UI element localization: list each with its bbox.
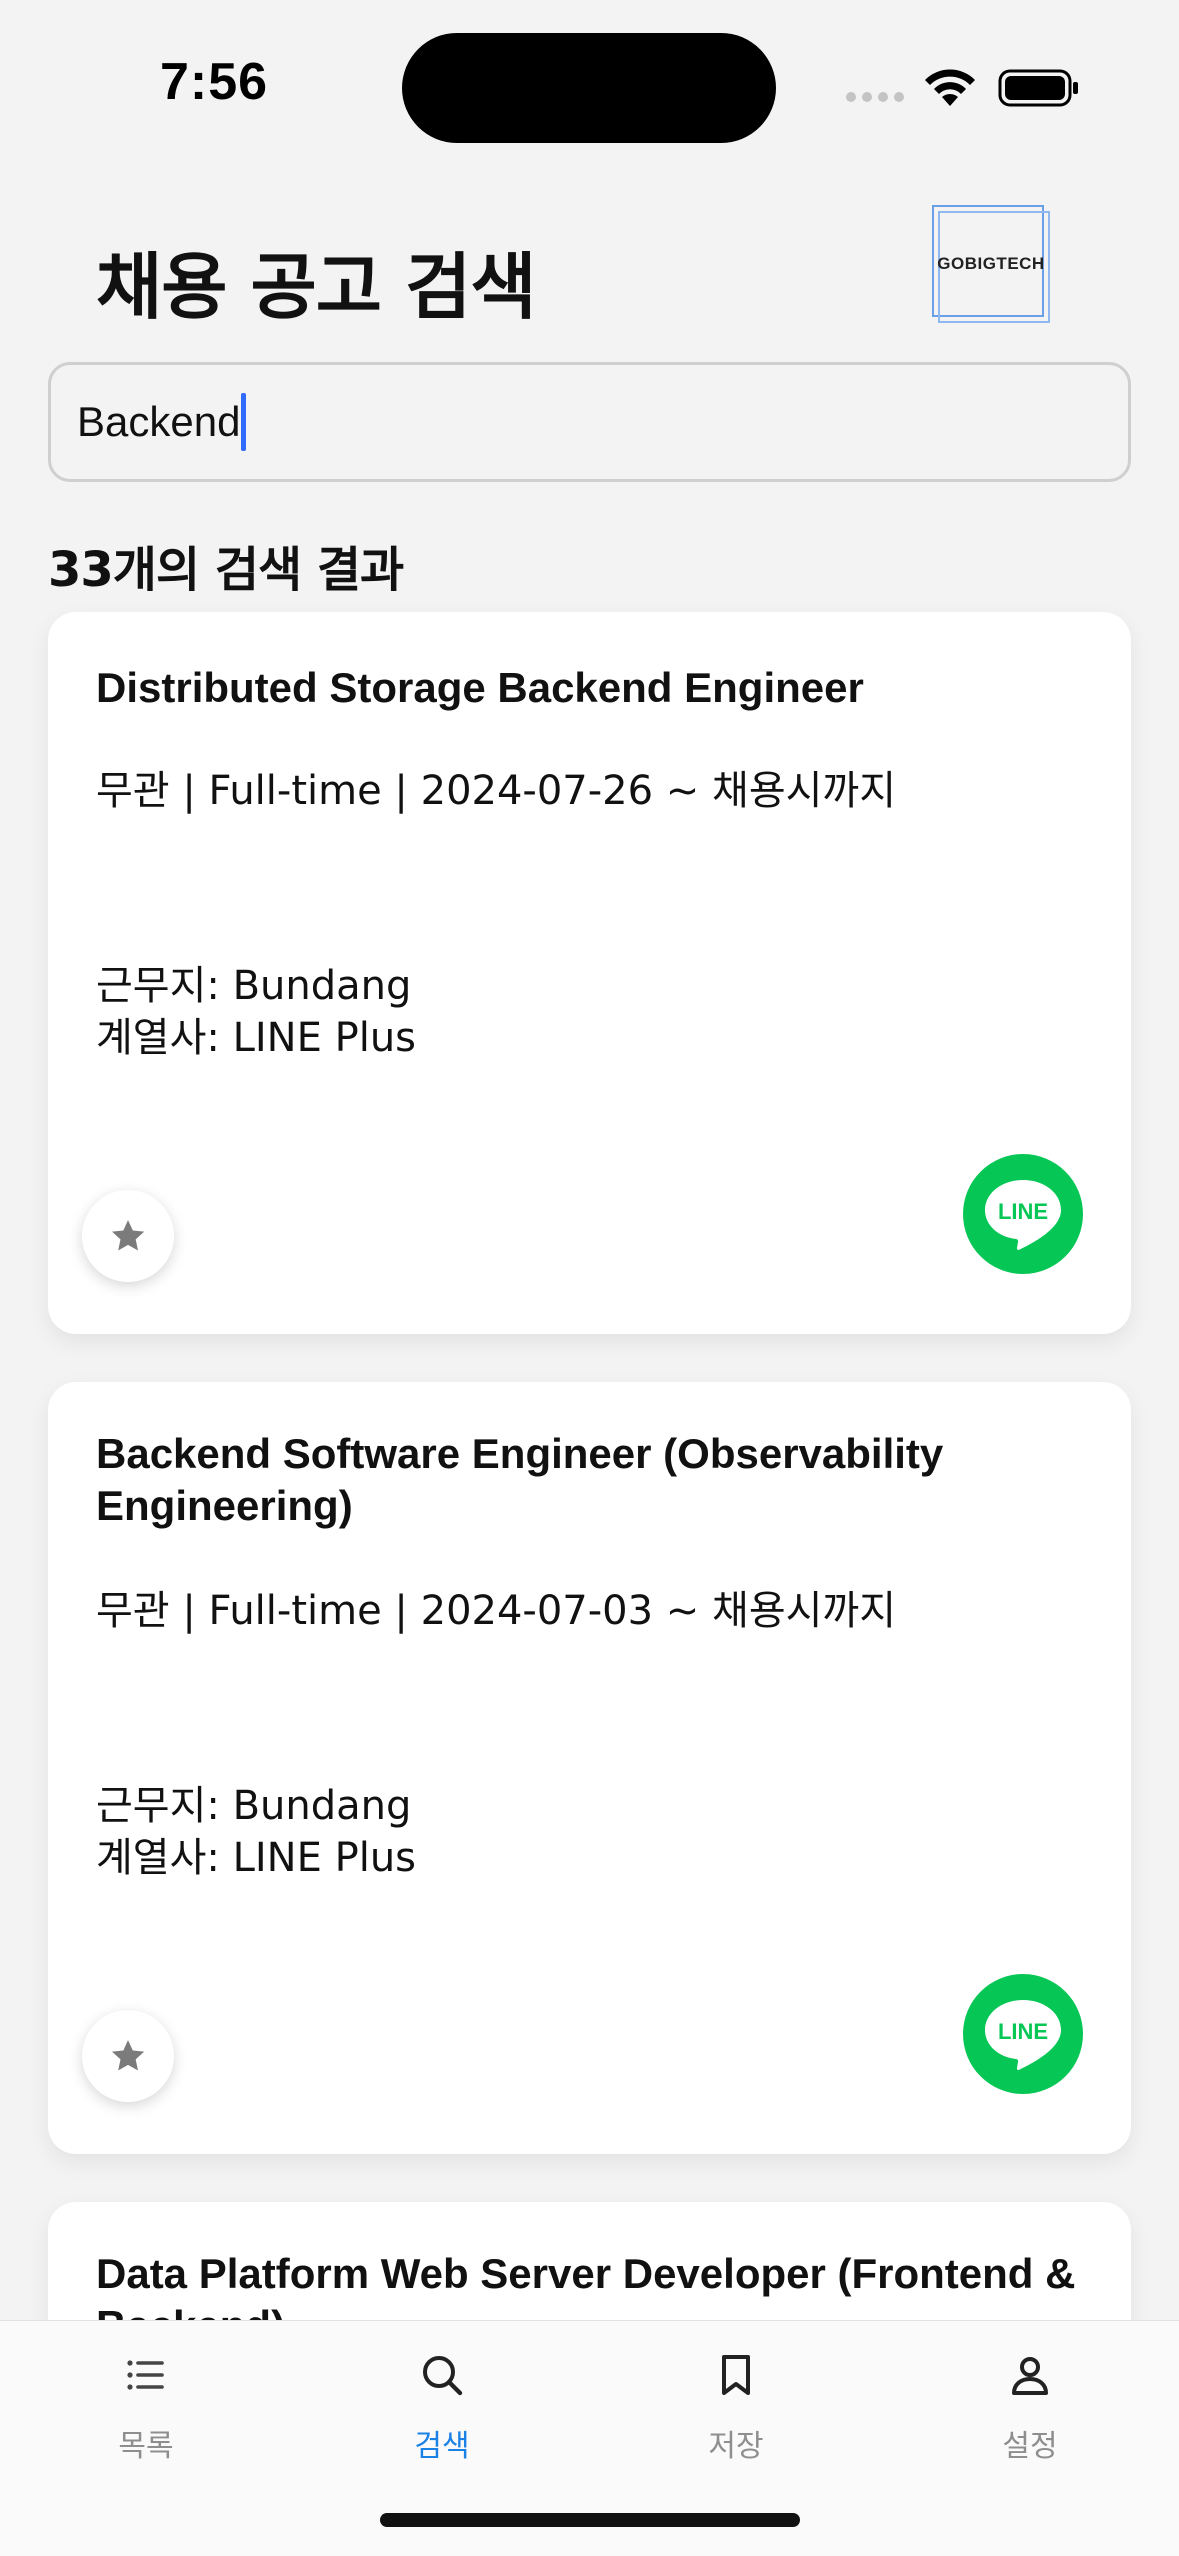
dynamic-island — [402, 33, 776, 143]
search-icon — [423, 2356, 463, 2396]
job-location: 근무지: Bundang — [96, 963, 412, 1009]
tab-label: 검색 — [414, 2429, 470, 2464]
tab-saved[interactable]: 저장 — [636, 2351, 836, 2465]
job-meta: 무관 | Full-time | 2024-07-03 ~ 채용시까지 — [96, 1588, 897, 1634]
text-caret — [241, 393, 247, 451]
line-company-logo: LINE — [963, 1974, 1083, 2094]
job-card[interactable]: Backend Software Engineer (Observability… — [48, 1382, 1131, 2154]
job-meta: 무관 | Full-time | 2024-07-26 ~ 채용시까지 — [96, 768, 897, 814]
status-time: 7:56 — [160, 53, 269, 111]
tab-list[interactable]: 목록 — [46, 2351, 246, 2465]
tab-label: 저장 — [708, 2429, 764, 2464]
svg-text:LINE: LINE — [998, 2019, 1048, 2044]
wifi-icon — [925, 69, 975, 106]
list-icon — [127, 2360, 164, 2390]
result-count: 33개의 검색 결과 — [48, 542, 404, 598]
search-input[interactable]: Backend — [48, 362, 1131, 482]
bookmark-icon — [722, 2355, 750, 2395]
job-location: 근무지: Bundang — [96, 1783, 412, 1829]
job-affiliate: 계열사: LINE Plus — [96, 1835, 417, 1881]
person-icon — [1012, 2357, 1048, 2395]
gobigtech-logo[interactable]: GOBIGTECH — [932, 205, 1052, 325]
home-indicator — [380, 2513, 800, 2527]
favorite-button[interactable] — [82, 1190, 174, 1282]
tab-search[interactable]: 검색 — [342, 2351, 542, 2465]
star-icon — [112, 1220, 145, 1251]
page-title: 채용 공고 검색 — [96, 245, 537, 329]
job-affiliate: 계열사: LINE Plus — [96, 1015, 417, 1061]
tab-label: 설정 — [1002, 2429, 1058, 2464]
app-screen: 7:56 채용 공고 검색 GOBIGTECH Backend 33개의 검색 … — [0, 0, 1179, 2556]
svg-text:LINE: LINE — [998, 1199, 1048, 1224]
cellular-signal-icon — [846, 92, 904, 102]
star-icon — [112, 2040, 145, 2071]
job-title: Distributed Storage Backend Engineer — [96, 664, 864, 711]
search-input-value: Backend — [77, 398, 241, 445]
tab-label: 목록 — [118, 2429, 174, 2464]
job-card[interactable]: Distributed Storage Backend Engineer 무관 … — [48, 612, 1131, 1334]
tab-settings[interactable]: 설정 — [930, 2351, 1130, 2465]
logo-text: GOBIGTECH — [937, 254, 1045, 273]
favorite-button[interactable] — [82, 2010, 174, 2102]
battery-icon — [998, 69, 1078, 107]
job-title: Backend Software Engineer (Observability… — [96, 1430, 944, 1529]
line-company-logo: LINE — [963, 1154, 1083, 1274]
